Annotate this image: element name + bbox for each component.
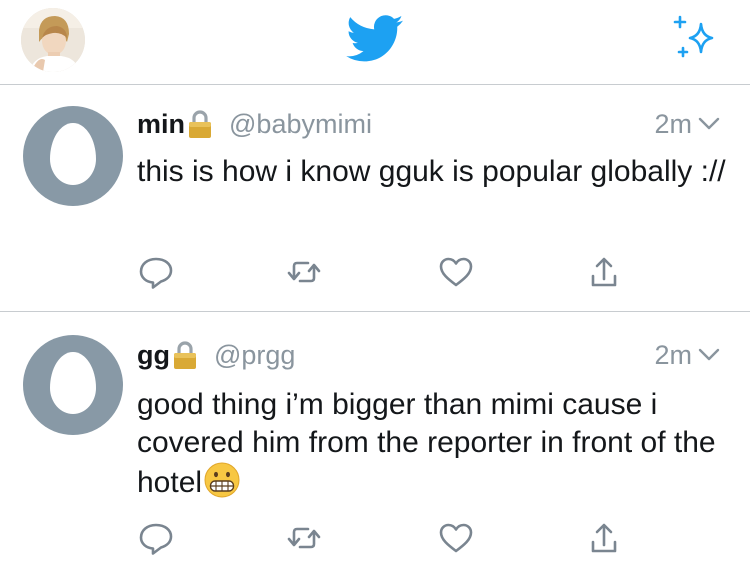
timestamp[interactable]: 2m xyxy=(654,340,692,371)
sparkle-icon[interactable] xyxy=(668,14,722,68)
twitter-bird-icon[interactable] xyxy=(346,14,404,64)
reply-icon[interactable] xyxy=(136,252,176,292)
grimacing-face-emoji-icon xyxy=(204,462,240,498)
default-egg-avatar[interactable] xyxy=(23,106,123,206)
tweet-actions xyxy=(0,518,750,558)
user-handle[interactable]: @prgg xyxy=(214,340,295,371)
like-icon[interactable] xyxy=(436,252,476,292)
tweet-text-block: good thing i’m bigger than mimi cause i … xyxy=(137,386,727,502)
reply-icon[interactable] xyxy=(136,518,176,558)
share-icon[interactable] xyxy=(584,252,624,292)
tweet[interactable]: min @babymimi 2m this is how i know gguk… xyxy=(0,85,750,312)
retweet-icon[interactable] xyxy=(284,518,324,558)
tweet-meta: 2m xyxy=(654,106,720,142)
display-name[interactable]: min xyxy=(137,109,185,140)
default-egg-avatar[interactable] xyxy=(23,335,123,435)
tweet-actions xyxy=(0,252,750,292)
lock-icon xyxy=(174,341,196,369)
tweet-header: gg @prgg xyxy=(137,337,295,373)
display-name[interactable]: gg xyxy=(137,340,170,371)
chevron-down-icon[interactable] xyxy=(698,117,720,131)
retweet-icon[interactable] xyxy=(284,252,324,292)
tweet[interactable]: gg @prgg 2m good thing i’m bigger than m… xyxy=(0,312,750,568)
top-bar xyxy=(0,0,750,85)
lock-icon xyxy=(189,110,212,138)
user-handle[interactable]: @babymimi xyxy=(229,109,372,140)
profile-photo xyxy=(21,8,85,72)
tweet-meta: 2m xyxy=(654,337,720,373)
tweet-text: this is how i know gguk is popular globa… xyxy=(137,155,726,188)
profile-avatar[interactable] xyxy=(21,8,85,72)
share-icon[interactable] xyxy=(584,518,624,558)
egg-icon xyxy=(50,352,96,414)
timestamp[interactable]: 2m xyxy=(654,109,692,140)
egg-icon xyxy=(50,123,96,185)
tweet-header: min @babymimi xyxy=(137,106,372,142)
like-icon[interactable] xyxy=(436,518,476,558)
chevron-down-icon[interactable] xyxy=(698,348,720,362)
